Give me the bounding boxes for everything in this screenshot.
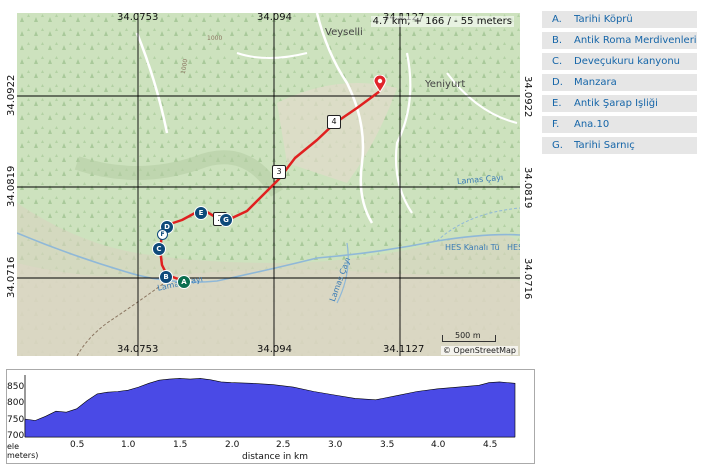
legend-item-c[interactable]: C. Deveçukuru kanyonu [542,53,697,70]
legend-name: Tarihi Sarnıç [574,140,635,151]
y-tick-800: 800 [7,398,25,408]
legend-item-a[interactable]: A. Tarihi Köprü [542,11,697,28]
x-tick: 4.5 [483,440,498,450]
waypoint-legend: A. Tarihi Köprü B. Antik Roma Merdivenleri… [542,11,697,158]
coord-right-1: 34.0922 [522,76,533,118]
legend-name: Deveçukuru kanyonu [574,56,681,67]
place-veyselli: Veyselli [325,27,363,38]
coord-left-3: 34.0716 [6,256,17,298]
coord-top-2: 34.094 [257,13,292,23]
waypoint-c[interactable]: C [152,242,166,256]
place-yeniyurt: Yeniyurt [425,79,466,90]
end-pin-icon[interactable] [373,75,387,93]
legend-item-e[interactable]: E. Antik Şarap İşliği [542,95,697,112]
coord-bottom-2: 34.094 [257,344,292,355]
legend-letter: E. [552,98,562,109]
contour-label-1: 1000 [207,35,223,42]
elevation-area [24,378,516,438]
waypoint-e[interactable]: E [194,206,208,220]
x-axis-label: distance in km [242,452,309,462]
x-tick: 1.0 [121,440,136,450]
hes-label-1: HES Kanalı Tü [445,243,500,252]
x-tick: 1.5 [173,440,188,450]
km-marker-4[interactable]: 4 [327,115,341,129]
y-tick-850: 850 [7,382,25,392]
x-tick: 2.5 [276,440,291,450]
legend-name: Manzara [574,77,617,88]
legend-letter: A. [552,14,562,25]
x-tick: 3.5 [380,440,395,450]
waypoint-a[interactable]: A [177,275,191,289]
legend-name: Antik Şarap İşliği [574,98,658,109]
legend-name: Tarihi Köprü [574,14,633,25]
coord-left-2: 34.0819 [6,165,17,207]
attribution[interactable]: © OpenStreetMap [440,346,518,355]
legend-item-d[interactable]: D. Manzara [542,74,697,91]
coord-bottom-3: 34.1127 [383,344,425,355]
y-axis-label-2: meters) [7,451,39,460]
coord-left-1: 34.0922 [6,74,17,116]
coord-right-3: 34.0716 [522,258,533,300]
legend-name: Ana.10 [574,119,610,130]
map-canvas[interactable] [17,13,520,356]
y-tick-700: 700 [7,431,25,441]
km-marker-3[interactable]: 3 [272,165,286,179]
x-tick: 4.0 [431,440,446,450]
scale-label: 500 m [455,331,481,340]
hes-label-2: HES [507,243,520,252]
coord-bottom-1: 34.0753 [117,344,159,355]
route-summary: 4.7 km, + 166 / - 55 meters [370,16,514,27]
legend-item-b[interactable]: B. Antik Roma Merdivenleri [542,32,697,49]
legend-letter: C. [552,56,563,67]
elevation-profile[interactable]: 850 800 750 700 ele meters) 0.5 1.0 1.5 … [6,369,535,464]
x-tick: 0.5 [70,440,85,450]
waypoint-f[interactable]: F [157,229,168,240]
x-tick: 3.0 [328,440,343,450]
legend-item-g[interactable]: G. Tarihi Sarnıç [542,137,697,154]
coord-top-1: 34.0753 [117,13,159,23]
legend-letter: D. [552,77,563,88]
x-tick: 2.0 [225,440,240,450]
elevation-chart[interactable] [7,370,534,463]
y-axis-label-1: ele [7,442,20,451]
map-view[interactable]: 34.0753 34.094 34.1127 34.0753 34.094 3 4… [17,13,520,356]
waypoint-b[interactable]: B [159,270,173,284]
legend-letter: B. [552,35,563,46]
coord-right-2: 34.0819 [522,167,533,209]
legend-name: Antik Roma Merdivenleri [574,35,697,46]
waypoint-g[interactable]: G [219,213,233,227]
legend-letter: G. [552,140,563,151]
legend-letter: F. [552,119,560,130]
legend-item-f[interactable]: F. Ana.10 [542,116,697,133]
y-tick-750: 750 [7,415,25,425]
